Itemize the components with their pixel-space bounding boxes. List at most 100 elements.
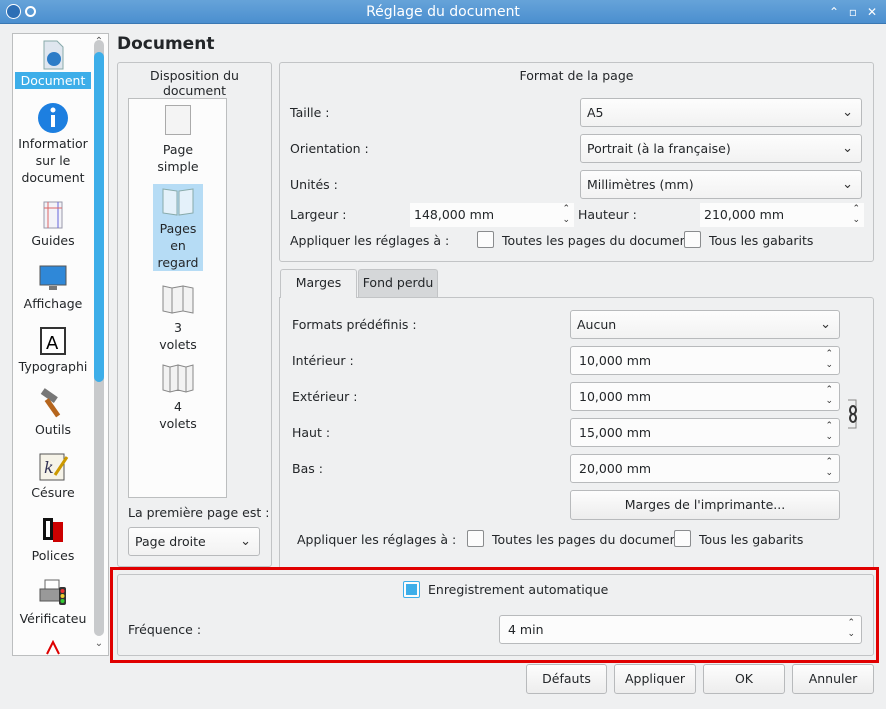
facing-pages-icon — [161, 186, 195, 216]
apply-button[interactable]: Appliquer — [614, 664, 696, 694]
minimize-icon[interactable]: ▫ — [845, 4, 861, 20]
sidebar-item-label: Outils — [34, 422, 72, 437]
layout-item-label: 4 — [174, 399, 182, 414]
settings-category-list[interactable]: Document Informatior sur le document Gui… — [12, 33, 109, 656]
single-page-icon — [165, 105, 191, 135]
format-all-masters-checkbox[interactable] — [684, 231, 701, 248]
presets-label: Formats prédéfinis : — [292, 317, 417, 332]
outer-spinbox[interactable]: 10,000 mm ⌃ ⌄ — [570, 382, 840, 411]
spin-arrows-icon[interactable]: ⌃ ⌄ — [825, 457, 833, 479]
sidebar-item-guides[interactable]: Guides — [13, 199, 93, 249]
height-label: Hauteur : — [578, 207, 637, 222]
page-title: Document — [117, 34, 215, 54]
sidebar-item-label: Vérificateu — [19, 611, 87, 626]
svg-text:k: k — [44, 458, 54, 477]
pdf-icon — [43, 639, 63, 655]
sidebar-item-preflight[interactable]: Vérificateu — [13, 577, 93, 627]
width-spinbox[interactable]: 148,000 mm ⌃ ⌄ — [410, 203, 574, 227]
top-value: 15,000 mm — [579, 425, 652, 440]
height-spinbox[interactable]: 210,000 mm ⌃ ⌄ — [700, 203, 864, 227]
sidebar-item-typography[interactable]: A Typographi — [13, 325, 93, 375]
format-all-pages-label: Toutes les pages du document — [502, 233, 693, 248]
margins-all-pages-checkbox[interactable] — [467, 530, 484, 547]
scroll-down-icon[interactable]: ⌄ — [93, 638, 105, 649]
margins-all-pages-label: Toutes les pages du document — [492, 532, 683, 547]
hyphenation-icon: k — [37, 451, 69, 483]
layout-item-label: Page — [162, 142, 194, 157]
layout-item-label: simple — [157, 159, 199, 174]
inner-value: 10,000 mm — [579, 353, 652, 368]
spin-arrows-icon[interactable]: ⌃ ⌄ — [825, 349, 833, 371]
layout-item-three-fold[interactable]: 3 volets — [153, 283, 203, 353]
sidebar-item-label: Césure — [31, 485, 75, 500]
ok-button[interactable]: OK — [703, 664, 785, 694]
three-fold-icon — [161, 283, 195, 315]
sidebar-item-fonts[interactable]: Polices — [13, 514, 93, 564]
bottom-spinbox[interactable]: 20,000 mm ⌃ ⌄ — [570, 454, 840, 483]
first-page-select[interactable]: Page droite ⌄ — [128, 527, 260, 556]
chevron-down-icon: ⌄ — [842, 177, 853, 192]
chevron-down-icon: ⌄ — [842, 105, 853, 120]
sidebar-item-document[interactable]: Document — [13, 39, 93, 89]
outer-label: Extérieur : — [292, 389, 358, 404]
typography-icon: A — [37, 325, 69, 357]
cancel-button[interactable]: Annuler — [792, 664, 874, 694]
sidebar-item-document-info[interactable]: Informatior sur le document — [13, 102, 93, 186]
sidebar-scrollbar-thumb[interactable] — [94, 52, 104, 382]
first-page-label: La première page est : — [128, 505, 270, 520]
height-value: 210,000 mm — [704, 207, 785, 222]
sidebar-item-display[interactable]: Affichage — [13, 262, 93, 312]
units-value: Millimètres (mm) — [587, 177, 694, 192]
presets-select[interactable]: Aucun ⌄ — [570, 310, 840, 339]
size-label: Taille : — [290, 105, 330, 120]
orientation-value: Portrait (à la française) — [587, 141, 731, 156]
help-icon[interactable]: ⌃ — [826, 4, 842, 20]
sidebar-item-label: Affichage — [23, 296, 83, 311]
first-page-value: Page droite — [135, 534, 206, 549]
defaults-button[interactable]: Défauts — [526, 664, 607, 694]
layout-item-label: regard — [157, 255, 199, 270]
spin-arrows-icon[interactable]: ⌃ ⌄ — [825, 385, 833, 407]
layout-item-label: 3 — [174, 320, 182, 335]
spin-arrows-icon[interactable]: ⌃ ⌄ — [852, 204, 860, 226]
layout-item-single-page[interactable]: Page simple — [153, 105, 203, 175]
sidebar-item-label: Informatior sur le document — [18, 136, 88, 185]
four-fold-icon — [161, 362, 195, 394]
printer-margins-button[interactable]: Marges de l'imprimante... — [570, 490, 840, 520]
spin-arrows-icon[interactable]: ⌃ ⌄ — [825, 421, 833, 443]
printer-preflight-icon — [37, 577, 69, 609]
scroll-up-icon[interactable]: ⌃ — [93, 36, 105, 47]
margins-all-masters-checkbox[interactable] — [674, 530, 691, 547]
orientation-label: Orientation : — [290, 141, 369, 156]
top-spinbox[interactable]: 15,000 mm ⌃ ⌄ — [570, 418, 840, 447]
layout-item-facing-pages[interactable]: Pages en regard — [153, 184, 203, 271]
orientation-select[interactable]: Portrait (à la française) ⌄ — [580, 134, 862, 163]
size-select[interactable]: A5 ⌄ — [580, 98, 862, 127]
margins-apply-label: Appliquer les réglages à : — [297, 532, 457, 547]
tab-bleed[interactable]: Fond perdu — [358, 269, 438, 297]
layout-item-label: volets — [159, 416, 197, 431]
spin-arrows-icon[interactable]: ⌃ ⌄ — [562, 204, 570, 226]
bottom-label: Bas : — [292, 461, 323, 476]
link-chain-icon[interactable] — [846, 396, 860, 432]
sidebar-item-label: Typographi — [18, 359, 88, 374]
outer-value: 10,000 mm — [579, 389, 652, 404]
inner-spinbox[interactable]: 10,000 mm ⌃ ⌄ — [570, 346, 840, 375]
format-all-masters-label: Tous les gabarits — [709, 233, 814, 248]
layout-item-four-fold[interactable]: 4 volets — [153, 362, 203, 432]
layout-item-label: volets — [159, 337, 197, 352]
layout-list[interactable]: Page simple Pages en regard 3 volets 4 v… — [128, 98, 227, 498]
sidebar-item-hyphenation[interactable]: k Césure — [13, 451, 93, 501]
info-icon — [37, 102, 69, 134]
sidebar-item-label: Document — [15, 72, 91, 89]
tab-margins[interactable]: Marges — [280, 269, 357, 298]
margins-all-masters-label: Tous les gabarits — [699, 532, 804, 547]
chevron-down-icon: ⌄ — [240, 534, 251, 549]
document-icon — [37, 39, 69, 71]
close-icon[interactable]: ✕ — [864, 4, 880, 20]
fonts-icon — [37, 514, 69, 546]
chevron-down-icon: ⌄ — [820, 317, 831, 332]
sidebar-item-tools[interactable]: Outils — [13, 388, 93, 438]
units-select[interactable]: Millimètres (mm) ⌄ — [580, 170, 862, 199]
format-all-pages-checkbox[interactable] — [477, 231, 494, 248]
